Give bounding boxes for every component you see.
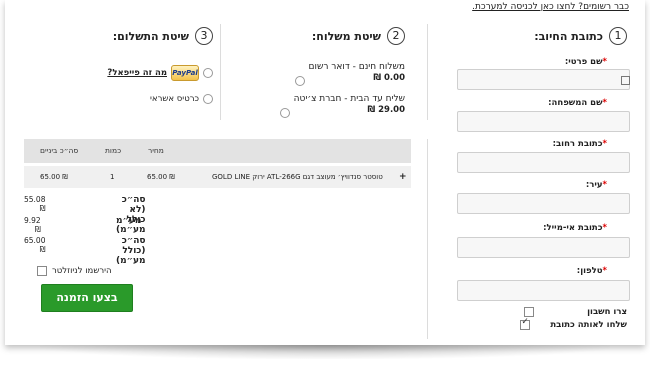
divider-left	[220, 24, 221, 120]
shipping-title: 2 שיטת משלוח:	[312, 27, 405, 45]
shipping-courier-radio[interactable]	[279, 108, 290, 118]
create-account-row[interactable]: צרו חשבון	[524, 307, 627, 317]
subtotal-label: סה״כ (לא כולל מע״מ)	[116, 195, 146, 235]
street-label: *כתובת רחוב:	[552, 139, 607, 149]
email-input[interactable]	[457, 237, 630, 258]
divider-billing	[427, 139, 428, 339]
first-name-input[interactable]	[457, 69, 630, 90]
row-total: 65.00 ₪	[40, 173, 68, 181]
shipping-courier-price: 29.00 ₪	[367, 105, 405, 116]
shipping-option-free[interactable]: משלוח חינם - דואר רשום 0.00 ₪	[294, 62, 405, 86]
subtotal-value: 55.08 ₪	[24, 195, 46, 213]
newsletter-checkbox[interactable]	[37, 266, 47, 276]
paypal-info-link[interactable]: מה זה פייפאל?	[107, 68, 167, 78]
paypal-radio[interactable]	[203, 68, 213, 78]
paypal-logo: PayPal	[171, 65, 199, 81]
payment-option-credit[interactable]: כרטיס אשראי	[150, 94, 213, 104]
credit-label: כרטיס אשראי	[149, 94, 199, 104]
row-qty: 1	[110, 173, 115, 181]
divider-right	[427, 24, 428, 120]
vat-value: 9.92 ₪	[24, 216, 41, 234]
step-number-1: 1	[609, 27, 627, 45]
ship-same-checkbox[interactable]	[520, 317, 531, 330]
shipping-title-text: שיטת משלוח:	[311, 29, 381, 43]
street-input[interactable]	[457, 152, 630, 173]
credit-radio[interactable]	[203, 94, 213, 104]
city-input[interactable]	[457, 193, 630, 214]
create-account-label: צרו חשבון	[587, 307, 627, 317]
create-account-checkbox[interactable]	[524, 307, 535, 317]
total-label: סה״כ (כולל מע״מ)	[116, 236, 146, 266]
table-row: 65.00 ₪ 1 65.00 ₪ טוסטר סנדוויץ׳ מעוצב ד…	[24, 166, 411, 188]
email-label: *כתובת אי-מייל:	[543, 223, 607, 233]
last-name-label: *שם המשפחה:	[548, 98, 607, 108]
newsletter-row[interactable]: הירשמו לניוזלטר	[37, 266, 112, 276]
expand-row-button[interactable]: +	[399, 166, 407, 188]
step-number-3: 3	[195, 27, 213, 45]
total-value: 65.00 ₪	[24, 236, 46, 254]
city-label: *עיר:	[585, 180, 607, 190]
place-order-button[interactable]: בצעו הזמנה	[41, 284, 133, 312]
newsletter-label: הירשמו לניוזלטר	[52, 266, 112, 276]
step-number-2: 2	[387, 27, 405, 45]
login-link[interactable]: כבר רשומים? לחצו כאן לכניסה למערכת.	[472, 2, 629, 12]
ship-same-row[interactable]: שלחו לאותה כתובת	[520, 317, 627, 330]
frame-shadow	[40, 345, 610, 359]
shipping-courier-label: שליח עד הבית - חברת צ׳יטה	[293, 94, 405, 104]
shipping-free-label: משלוח חינם - דואר רשום	[308, 62, 405, 72]
header-qty: כמות	[105, 146, 122, 155]
payment-title-text: שיטת התשלום:	[112, 29, 189, 43]
last-name-input[interactable]	[457, 111, 630, 132]
shipping-free-price: 0.00 ₪	[373, 73, 405, 84]
payment-option-paypal[interactable]: PayPal מה זה פייפאל?	[107, 65, 213, 81]
first-name-label: *שם פרטי:	[564, 57, 607, 67]
shipping-free-radio[interactable]	[294, 76, 305, 86]
cart-table-header: סה״כ ביניים כמות מחיר	[24, 139, 411, 163]
vat-label: מע״מ	[116, 216, 142, 226]
billing-title-text: כתובת החיוב:	[534, 29, 603, 43]
phone-label: *טלפון:	[576, 266, 607, 276]
header-total: סה״כ ביניים	[40, 146, 79, 155]
shipping-option-courier[interactable]: שליח עד הבית - חברת צ׳יטה 29.00 ₪	[279, 94, 405, 118]
row-product: טוסטר סנדוויץ׳ מעוצב דגם ATL-266G ירוק G…	[212, 173, 383, 181]
header-price: מחיר	[148, 146, 164, 155]
row-price: 65.00 ₪	[147, 173, 175, 181]
ship-same-label: שלחו לאותה כתובת	[550, 320, 627, 330]
payment-title: 3 שיטת התשלום:	[113, 27, 213, 45]
phone-input[interactable]	[457, 280, 630, 301]
billing-title: 1 כתובת החיוב:	[534, 27, 627, 45]
checkout-panel: כבר רשומים? לחצו כאן לכניסה למערכת. 1 כת…	[5, 0, 645, 345]
